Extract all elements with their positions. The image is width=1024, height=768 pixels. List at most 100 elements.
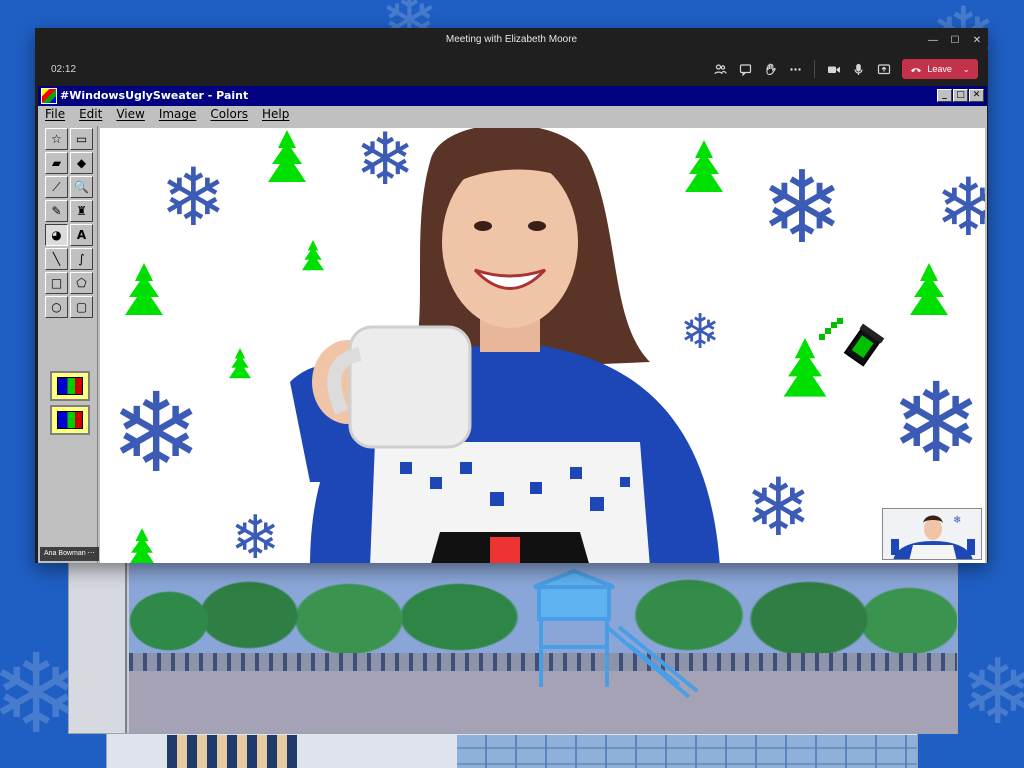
paint-window-video: #WindowsUglySweater - Paint _ □ ✕ File E…: [38, 86, 987, 563]
maximize-button[interactable]: ☐: [944, 28, 966, 52]
minimize-button[interactable]: —: [922, 28, 944, 52]
meeting-controls: Leave ⌄: [708, 57, 978, 81]
snowflake-icon: ❄: [890, 359, 983, 487]
snowflake-icon: ❄: [110, 369, 203, 497]
background-window-beach: [68, 548, 958, 734]
ellipse-icon: ○: [51, 300, 62, 314]
chat-button[interactable]: [733, 57, 758, 81]
close-button[interactable]: ✕: [966, 28, 988, 52]
tool-options: [50, 371, 90, 439]
paint-app-icon: [41, 88, 57, 104]
tool-grid: ☆ ▭ ▰ ◆ ⟋ 🔍 ✎ ♜ ◕ A ╲ ∫ □ ⬠ ○ ▢: [45, 128, 93, 318]
rectangle-icon: □: [50, 276, 63, 290]
paint-close-button[interactable]: ✕: [969, 89, 984, 102]
chat-icon: [739, 63, 752, 76]
line-icon: ╲: [52, 252, 61, 266]
snowflake-icon: ❄: [745, 461, 813, 554]
shape-swatch-icon: [57, 411, 83, 429]
paint-bucket-icon: [819, 318, 885, 367]
eraser-tool[interactable]: ▰: [45, 152, 68, 174]
microphone-button[interactable]: [846, 57, 871, 81]
snowflake-icon: ❄: [760, 149, 844, 266]
participant-video: [290, 128, 720, 563]
participant-name-text: Ana Bowman: [44, 550, 86, 557]
snowflake-icon: ❄: [160, 151, 228, 244]
magnifier-tool[interactable]: 🔍: [70, 176, 93, 198]
participants-icon: [714, 63, 727, 74]
curve-tool[interactable]: ∫: [70, 248, 93, 270]
self-view-thumbnail[interactable]: ❄: [882, 508, 982, 560]
menu-file[interactable]: File: [38, 106, 72, 124]
meeting-timer: 02:12: [51, 64, 77, 75]
paint-maximize-button[interactable]: □: [953, 89, 968, 102]
pencil-icon: ✎: [51, 204, 62, 218]
text-tool[interactable]: A: [70, 224, 93, 246]
participants-button[interactable]: [708, 57, 733, 81]
menu-image[interactable]: Image: [152, 106, 204, 124]
leave-label: Leave: [927, 64, 952, 74]
lifeguard-tower: [533, 568, 699, 699]
more-actions-button[interactable]: [783, 57, 808, 81]
paint-titlebar: #WindowsUglySweater - Paint _ □ ✕: [38, 86, 987, 106]
polygon-tool[interactable]: ⬠: [70, 272, 93, 294]
hang-up-icon: [911, 68, 922, 73]
beach-drawing: [129, 549, 957, 733]
polygon-icon: ⬠: [76, 276, 87, 290]
window-controls: — ☐ ✕: [922, 28, 988, 52]
tool-option-transparent[interactable]: [50, 405, 90, 435]
microphone-icon: [854, 63, 863, 75]
raise-hand-icon: [766, 63, 776, 75]
camera-button[interactable]: [821, 57, 846, 81]
brush-icon: ♜: [76, 204, 87, 218]
airbrush-icon: ◕: [51, 228, 62, 242]
paint-toolbox: ☆ ▭ ▰ ◆ ⟋ 🔍 ✎ ♜ ◕ A ╲ ∫ □ ⬠ ○ ▢: [40, 126, 98, 563]
svg-text:❄: ❄: [953, 515, 961, 526]
rounded-rectangle-icon: ▢: [75, 300, 88, 314]
menu-view[interactable]: View: [109, 106, 151, 124]
pine-tree-icon: [228, 348, 252, 379]
meeting-toolbar: 02:12 Leave ⌄: [35, 52, 988, 86]
free-select-icon: ☆: [51, 132, 62, 146]
window-title: Meeting with Elizabeth Moore: [445, 34, 578, 45]
menu-edit[interactable]: Edit: [72, 106, 109, 124]
select-icon: ▭: [75, 132, 88, 146]
ellipse-tool[interactable]: ○: [45, 296, 68, 318]
fill-icon: ◆: [76, 156, 87, 170]
pencil-tool[interactable]: ✎: [45, 200, 68, 222]
pine-tree-icon: [130, 528, 154, 563]
more-icon: [790, 67, 801, 71]
pick-color-tool[interactable]: ⟋: [45, 176, 68, 198]
tool-option-opaque[interactable]: [50, 371, 90, 401]
magnifier-icon: 🔍: [74, 180, 89, 194]
leave-button[interactable]: Leave ⌄: [902, 59, 978, 79]
airbrush-tool[interactable]: ◕: [45, 224, 68, 246]
building-stripes: [167, 735, 297, 768]
brush-tool[interactable]: ♜: [70, 200, 93, 222]
paint-canvas: ❄ ❄ ❄ ❄ ❄ ❄ ❄ ❄ ❄ ❄: [100, 128, 985, 563]
rounded-rectangle-tool[interactable]: ▢: [70, 296, 93, 318]
line-tool[interactable]: ╲: [45, 248, 68, 270]
menu-help[interactable]: Help: [255, 106, 296, 124]
paint-minimize-button[interactable]: _: [937, 89, 952, 102]
free-select-tool[interactable]: ☆: [45, 128, 68, 150]
pick-color-icon: ⟋: [52, 179, 61, 194]
building-grid: [457, 735, 917, 768]
self-view-video: ❄: [883, 509, 981, 559]
rectangle-tool[interactable]: □: [45, 272, 68, 294]
eraser-icon: ▰: [51, 156, 62, 170]
menu-colors[interactable]: Colors: [203, 106, 255, 124]
fill-tool[interactable]: ◆: [70, 152, 93, 174]
select-tool[interactable]: ▭: [70, 128, 93, 150]
share-screen-button[interactable]: [871, 57, 896, 81]
camera-icon: [827, 66, 840, 73]
raise-hand-button[interactable]: [758, 57, 783, 81]
snowflake-icon: ❄: [935, 161, 985, 254]
pine-tree-icon: [125, 263, 163, 315]
chevron-down-icon[interactable]: ⌄: [963, 65, 970, 74]
shape-swatch-icon: [57, 377, 83, 395]
paint-title: #WindowsUglySweater - Paint: [60, 89, 249, 102]
background-snowflake-icon: ❄: [960, 640, 1024, 745]
pine-tree-icon: [910, 263, 948, 315]
toolbar-separator: [814, 60, 815, 78]
paint-window-controls: _ □ ✕: [937, 89, 984, 102]
